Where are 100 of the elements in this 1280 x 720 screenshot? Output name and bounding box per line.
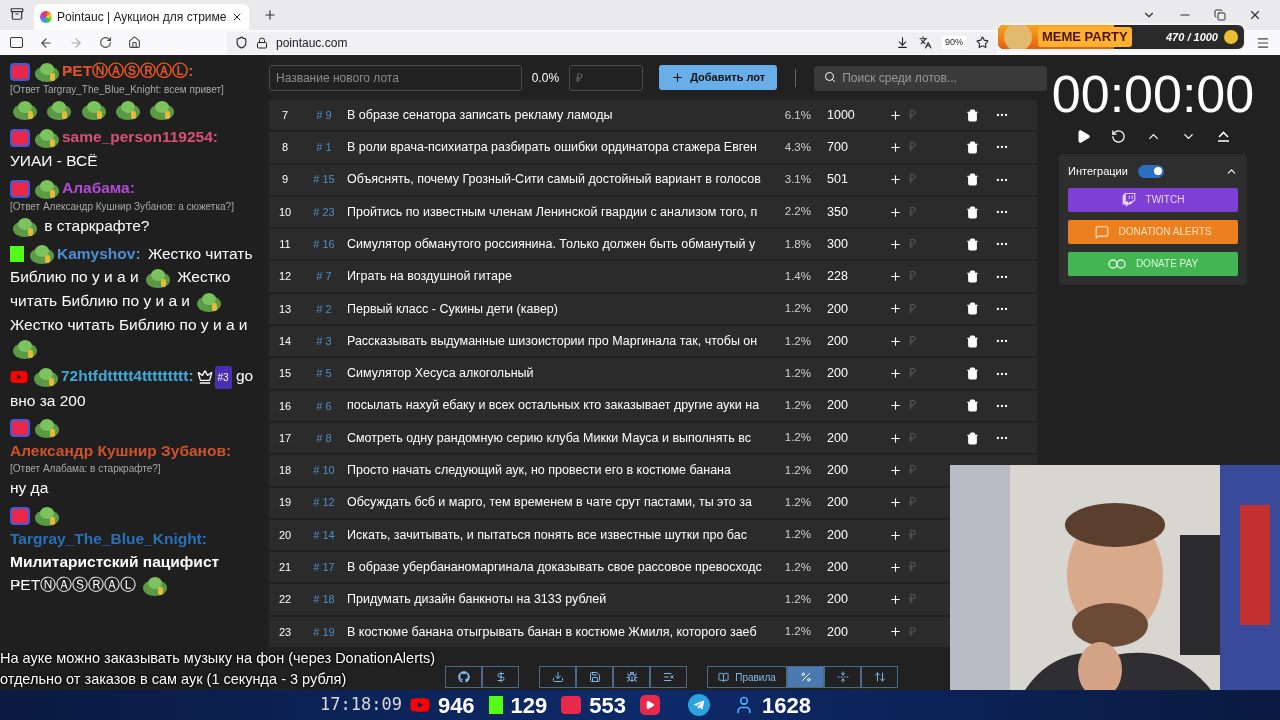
zoom-level[interactable]: 90%: [942, 35, 966, 50]
menu-icon[interactable]: [1256, 35, 1270, 50]
lot-name: В роли врача-психиатра разбирать ошибки ординатора стажера Евген: [347, 139, 758, 157]
percent-toggle[interactable]: [787, 666, 824, 688]
save-icon: [588, 671, 601, 683]
bug-button[interactable]: [613, 666, 650, 688]
collapse-all-icon[interactable]: [1215, 129, 1231, 144]
live-viewers: 553: [589, 691, 627, 720]
lot-percent: 1.2%: [783, 495, 811, 511]
amount-field[interactable]: ₽: [569, 64, 644, 91]
message-text: Библию по у и а и: [10, 268, 139, 286]
lot-percent: 1.2%: [783, 527, 811, 543]
rules-button[interactable]: Правила: [707, 666, 787, 688]
save-button[interactable]: [576, 666, 613, 688]
youtube-icon: [10, 369, 28, 386]
download-button[interactable]: [539, 666, 576, 688]
lot-id: # 5: [315, 366, 333, 382]
browser-tab[interactable]: Pointauc | Аукцион для стриме: [34, 4, 250, 30]
emote-icon: [12, 215, 38, 238]
lot-name: Первый класс - Сукины дети (кавер): [347, 300, 559, 318]
emote-icon: [33, 366, 59, 389]
integrations-switch[interactable]: [1137, 164, 1164, 178]
message-text: а и: [225, 316, 248, 334]
lot-index: 14: [277, 333, 293, 349]
plus-icon: [888, 528, 902, 542]
home-icon[interactable]: [128, 36, 141, 49]
integration-button[interactable]: TWITCH: [1068, 187, 1238, 212]
lot-id: # 7: [315, 269, 333, 285]
percent-icon: [799, 671, 812, 683]
emote-icon: [34, 417, 60, 440]
currency-sign: ₽: [909, 300, 916, 318]
lot-name-field[interactable]: Название нового лота: [269, 64, 522, 91]
plus-icon: [888, 463, 902, 477]
chat-username: Александр Кушнир Зубанов:: [10, 441, 232, 462]
trash-icon: [965, 140, 979, 154]
emote-icon: [114, 98, 141, 121]
rank-badge: #3: [214, 365, 232, 389]
trash-icon: [965, 399, 979, 413]
lot-id: # 3: [315, 333, 333, 349]
message-text: вно за 200: [10, 391, 86, 409]
sort-button[interactable]: [861, 666, 898, 688]
caption-text: На ауке можно заказывать музыку на фон (через DonationAlerts): [0, 649, 436, 668]
emote-icon: [29, 243, 55, 266]
currency-sign: ₽: [909, 268, 916, 286]
lot-percent: 4.3%: [783, 139, 811, 155]
reset-icon[interactable]: [1110, 129, 1126, 144]
plus-icon: [888, 334, 902, 348]
clear-list-button[interactable]: [650, 666, 687, 688]
message-text: УИАИ - ВСЁ: [10, 151, 98, 169]
chat-username: 72htfdttttt4ttttttttt:: [61, 367, 194, 385]
lot-name: посылать нахуй ебаку и всех остальных кто заказывает другие ауки на: [347, 397, 761, 415]
plus-icon: [888, 302, 902, 316]
crown-icon: [196, 369, 213, 386]
lot-name: Симулятор Хесуса алкогольный: [347, 365, 535, 383]
currency-sign: ₽: [909, 462, 916, 480]
new-lot-percent: 0.0%: [531, 69, 560, 87]
emote-icon: [46, 98, 73, 121]
github-icon: [457, 671, 470, 683]
search-field[interactable]: Поиск среди лотов...: [814, 65, 1047, 91]
play-icon[interactable]: [1075, 129, 1091, 144]
translate-icon[interactable]: [919, 36, 932, 49]
tab-overview-icon[interactable]: [10, 7, 24, 21]
currency-sign: ₽: [909, 171, 916, 189]
meme-party-title: MEME PARTY: [1038, 27, 1132, 47]
compress-button[interactable]: [824, 666, 861, 688]
download-icon[interactable]: [896, 36, 909, 49]
currency-sign: ₽: [909, 106, 916, 124]
message-text: читать Библию по у и а и: [10, 292, 190, 310]
donate-button[interactable]: [482, 666, 519, 688]
sidebar-icon[interactable]: [10, 37, 23, 48]
lot-index: 19: [277, 495, 293, 511]
github-button[interactable]: [445, 666, 482, 688]
restore-icon[interactable]: [1214, 9, 1226, 21]
plus-icon: [888, 237, 902, 251]
message-text: ну да: [10, 479, 49, 497]
caption-text: отдельно от заказов в сам аук (1 секунда - 3 рубля): [0, 670, 348, 689]
close-window-icon[interactable]: [1248, 8, 1262, 22]
lot-index: 20: [277, 527, 293, 543]
new-tab-icon[interactable]: [263, 8, 278, 22]
reload-icon[interactable]: [99, 36, 112, 49]
plus-icon: [888, 108, 902, 122]
trash-icon: [965, 334, 979, 348]
chat-username: Алабама:: [62, 177, 135, 198]
play-badge-icon: [640, 695, 661, 715]
lot-name: Пройтись по известным членам Ленинской гвардии с анализом того, п: [347, 203, 759, 221]
lot-amount: 228: [826, 268, 849, 286]
live-badge-icon: [10, 62, 30, 81]
lot-index: 10: [277, 204, 293, 220]
lot-id: # 19: [312, 624, 336, 640]
bookmark-star-icon[interactable]: [976, 36, 989, 49]
currency-sign: ₽: [909, 397, 916, 415]
address-bar[interactable]: pointauc.com 90%: [227, 31, 997, 54]
dollar-icon: [494, 671, 507, 683]
lot-percent: 1.2%: [783, 462, 811, 478]
lot-percent: 1.2%: [783, 365, 811, 381]
currency-sign: ₽: [909, 365, 916, 383]
lot-index: 16: [277, 398, 293, 414]
back-icon[interactable]: [39, 35, 53, 50]
add-lot-button[interactable]: Добавить лот: [659, 65, 778, 90]
kick-icon: [10, 246, 24, 263]
